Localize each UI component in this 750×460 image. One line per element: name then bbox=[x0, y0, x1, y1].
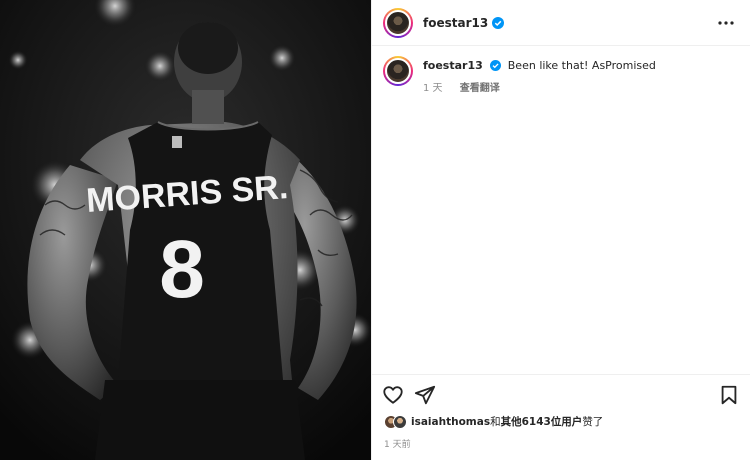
post-date[interactable]: 1 天前 bbox=[384, 437, 411, 450]
verified-icon bbox=[490, 60, 502, 71]
jersey-name: MORRIS SR. bbox=[85, 168, 289, 220]
likes-others[interactable]: 其他6143位用户 bbox=[501, 416, 583, 428]
post-image[interactable]: MORRIS SR. 8 bbox=[0, 0, 371, 460]
share-icon[interactable] bbox=[414, 384, 436, 406]
jersey-text: MORRIS SR. 8 bbox=[85, 168, 289, 315]
header-username[interactable]: foestar13 bbox=[423, 16, 488, 30]
post-panel: foestar13 foestar13 Been like that! AsPr… bbox=[371, 0, 750, 460]
bookmark-icon[interactable] bbox=[718, 384, 740, 406]
action-bar bbox=[372, 374, 750, 414]
likes-suffix: 赞了 bbox=[582, 416, 604, 428]
heart-icon[interactable] bbox=[382, 384, 404, 406]
caption-time[interactable]: 1 天 bbox=[423, 83, 443, 94]
verified-icon bbox=[492, 16, 505, 29]
liker-username[interactable]: isaiahthomas bbox=[411, 416, 490, 428]
caption-comment: foestar13 Been like that! AsPromised 1 天… bbox=[372, 46, 750, 104]
post-header: foestar13 bbox=[372, 0, 750, 46]
jersey-number: 8 bbox=[159, 224, 205, 315]
caption-text: Been like that! AsPromised bbox=[507, 59, 656, 72]
likes-joiner: 和 bbox=[490, 416, 501, 428]
likes-summary: isaiahthomas和其他6143位用户赞了 bbox=[384, 414, 603, 429]
author-avatar[interactable] bbox=[383, 7, 413, 38]
liker-avatar bbox=[393, 414, 407, 429]
more-icon[interactable] bbox=[716, 13, 736, 33]
caption-username[interactable]: foestar13 bbox=[423, 59, 483, 72]
caption-avatar[interactable] bbox=[383, 56, 413, 86]
translate-link[interactable]: 查看翻译 bbox=[460, 83, 500, 94]
